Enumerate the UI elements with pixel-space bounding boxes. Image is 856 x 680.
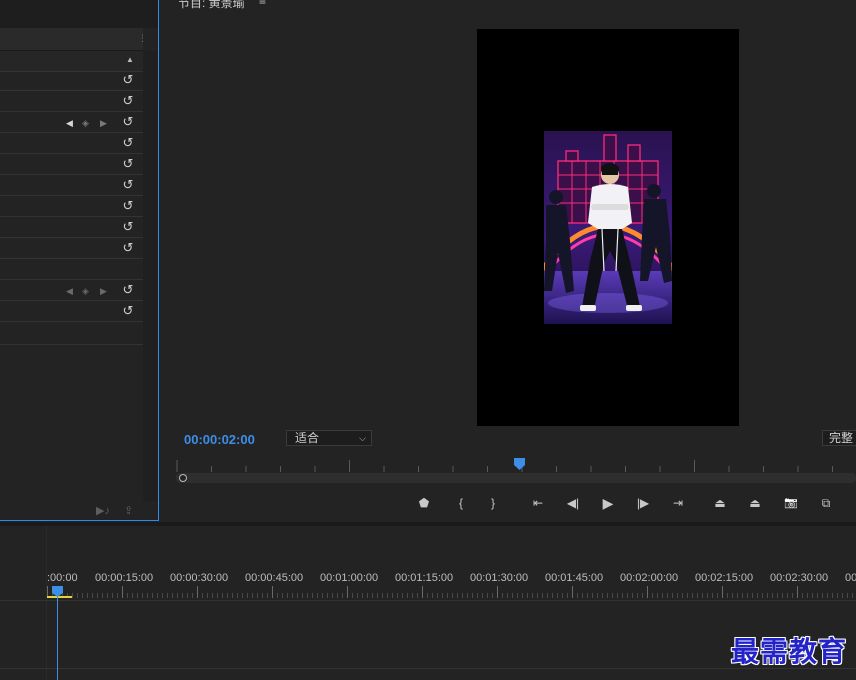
reset-parameter-icon[interactable]: ↺ bbox=[121, 283, 135, 297]
timeline-ruler-label: 00:00:15:00 bbox=[95, 572, 154, 584]
timeline-ruler-label: :00:00 bbox=[47, 572, 78, 584]
go-to-out-button[interactable]: ⇥ bbox=[668, 494, 688, 512]
step-forward-button[interactable]: |▶ bbox=[633, 494, 653, 512]
effect-property-row[interactable]: ↺ bbox=[0, 302, 143, 322]
mark-out-button[interactable]: } bbox=[483, 494, 503, 512]
keyframe-navigator[interactable]: ◀ ◈ ▶ bbox=[66, 285, 110, 297]
zoom-level-dropdown[interactable]: 适合 ⌵ bbox=[286, 430, 372, 446]
track-headers bbox=[0, 526, 47, 680]
timeline-ruler-label: 00:02:30:00 bbox=[770, 572, 829, 584]
timeline-ruler-label: 00:02:00:00 bbox=[620, 572, 679, 584]
chevron-down-icon: ⌵ bbox=[359, 433, 366, 443]
step-back-button[interactable]: ◀| bbox=[563, 494, 583, 512]
effect-property-row bbox=[0, 323, 143, 345]
program-monitor-title[interactable]: 节目: 黄景瑜 bbox=[178, 0, 245, 11]
playback-resolution-value: 完整 bbox=[829, 431, 854, 445]
timeline-ruler-label: 00:02:15:00 bbox=[695, 572, 754, 584]
next-keyframe-icon[interactable]: ▶ bbox=[100, 117, 107, 129]
export-frame-button[interactable]: 📷 bbox=[781, 494, 801, 512]
effect-controls-scrollbar[interactable] bbox=[143, 51, 158, 501]
timeline-ruler-label: 00 bbox=[845, 572, 856, 584]
timeline-ruler-label: 00:00:45:00 bbox=[245, 572, 304, 584]
effect-controls-column-header bbox=[0, 51, 143, 72]
effect-property-row[interactable]: ↺ bbox=[0, 71, 143, 91]
timeline-ruler-label: 00:01:15:00 bbox=[395, 572, 454, 584]
timeline-ruler-label: 00:01:45:00 bbox=[545, 572, 604, 584]
extract-button[interactable]: ⏏ bbox=[745, 494, 765, 512]
timeline-ruler-label: 00:00:30:00 bbox=[170, 572, 229, 584]
go-to-in-button[interactable]: ⇤ bbox=[528, 494, 548, 512]
collapse-up-icon[interactable]: ▲ bbox=[126, 55, 134, 64]
effect-property-row[interactable]: ↺ bbox=[0, 155, 143, 175]
add-marker-button[interactable]: ⬟ bbox=[414, 494, 434, 512]
timeline-ruler-ticks bbox=[47, 586, 853, 598]
effect-controls-header bbox=[0, 28, 143, 51]
hamburger-menu-icon[interactable]: ≡ bbox=[259, 0, 266, 8]
track-divider bbox=[0, 600, 856, 601]
export-icon[interactable]: ⇪ bbox=[124, 504, 138, 517]
timeline-panel bbox=[0, 526, 856, 680]
reset-parameter-icon[interactable]: ↺ bbox=[121, 199, 135, 213]
play-button[interactable]: ▶ bbox=[598, 494, 618, 512]
panel-gripper-icon[interactable]: ⋮ bbox=[138, 33, 148, 43]
next-keyframe-icon[interactable]: ▶ bbox=[100, 285, 107, 297]
reset-parameter-icon[interactable]: ↺ bbox=[121, 94, 135, 108]
reset-parameter-icon[interactable]: ↺ bbox=[121, 178, 135, 192]
timeline-ruler-label: 00:01:30:00 bbox=[470, 572, 529, 584]
effect-property-row[interactable]: ↺ bbox=[0, 134, 143, 154]
filter-audio-icon[interactable]: ▶♪ bbox=[96, 504, 110, 517]
playhead-timecode[interactable]: 00:00:02:00 bbox=[184, 432, 255, 447]
reset-parameter-icon[interactable]: ↺ bbox=[121, 304, 135, 318]
previous-keyframe-icon[interactable]: ◀ bbox=[66, 117, 73, 129]
effect-controls-tab-strip bbox=[0, 0, 158, 28]
effect-property-row[interactable]: ↺ ◀ ◈ ▶ bbox=[0, 281, 143, 301]
reset-parameter-icon[interactable]: ↺ bbox=[121, 220, 135, 234]
monitor-zoom-scrollbar[interactable] bbox=[176, 473, 856, 483]
zoom-handle[interactable] bbox=[179, 474, 187, 482]
reset-parameter-icon[interactable]: ↺ bbox=[121, 241, 135, 255]
keyframe-navigator[interactable]: ◀ ◈ ▶ bbox=[66, 117, 110, 129]
monitor-playhead-icon[interactable] bbox=[514, 458, 525, 470]
zoom-level-value: 适合 bbox=[295, 431, 320, 445]
reset-parameter-icon[interactable]: ↺ bbox=[121, 136, 135, 150]
reset-parameter-icon[interactable]: ↺ bbox=[121, 157, 135, 171]
reset-parameter-icon[interactable]: ↺ bbox=[121, 115, 135, 129]
effect-controls-footer: ▶♪ ⇪ bbox=[0, 501, 158, 520]
timeline-playhead-icon[interactable] bbox=[52, 586, 63, 597]
timeline-playhead-line[interactable] bbox=[57, 594, 58, 680]
add-keyframe-icon[interactable]: ◈ bbox=[82, 117, 89, 129]
effect-property-row[interactable]: ↺ bbox=[0, 92, 143, 112]
effect-property-row[interactable]: ↺ bbox=[0, 197, 143, 217]
effect-property-row[interactable]: ↺ bbox=[0, 218, 143, 238]
add-keyframe-icon[interactable]: ◈ bbox=[82, 285, 89, 297]
effect-property-row[interactable] bbox=[0, 260, 143, 280]
mark-in-button[interactable]: { bbox=[451, 494, 471, 512]
timeline-ruler-label: 00:01:00:00 bbox=[320, 572, 379, 584]
comparison-view-button[interactable]: ⧉ bbox=[816, 494, 836, 512]
lift-button[interactable]: ⏏ bbox=[710, 494, 730, 512]
effect-property-row[interactable]: ↺ bbox=[0, 176, 143, 196]
effect-property-row[interactable]: ↺ ◀ ◈ ▶ bbox=[0, 113, 143, 133]
previous-keyframe-icon[interactable]: ◀ bbox=[66, 285, 73, 297]
effect-property-row[interactable]: ↺ bbox=[0, 239, 143, 259]
watermark-logo: 最需教育 bbox=[731, 635, 848, 668]
reset-parameter-icon[interactable]: ↺ bbox=[121, 73, 135, 87]
playback-resolution-dropdown[interactable]: 完整 bbox=[822, 430, 856, 446]
video-frame-image bbox=[544, 131, 672, 324]
track-divider bbox=[0, 668, 856, 669]
